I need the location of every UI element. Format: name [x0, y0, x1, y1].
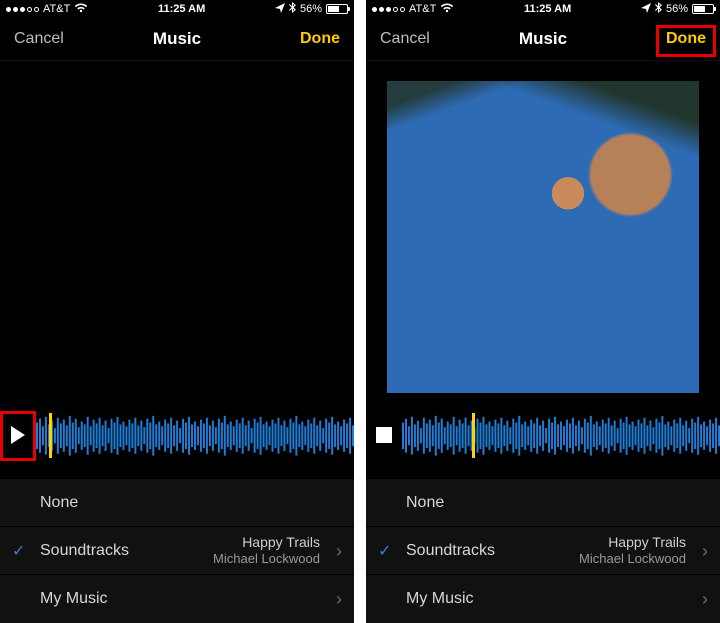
- stop-button[interactable]: [366, 413, 402, 458]
- nav-bar: Cancel Music Done: [366, 19, 720, 61]
- selected-track-title: Happy Trails: [608, 534, 686, 550]
- done-button[interactable]: Done: [300, 30, 340, 48]
- battery-pct-label: 56%: [300, 3, 322, 15]
- phone-right: AT&T 11:25 AM 56% Cancel Music Done: [366, 0, 720, 623]
- clock-label: 11:25 AM: [158, 3, 205, 15]
- chevron-right-icon: ›: [336, 542, 342, 560]
- status-bar: AT&T 11:25 AM 56%: [0, 0, 354, 19]
- spacer: [0, 458, 354, 479]
- waveform-scrubber[interactable]: [36, 413, 354, 458]
- location-icon: [275, 3, 285, 16]
- location-icon: [641, 3, 651, 16]
- spacer: [366, 458, 720, 479]
- chevron-right-icon: ›: [702, 542, 708, 560]
- option-my-music[interactable]: My Music ›: [0, 575, 354, 623]
- cancel-button[interactable]: Cancel: [380, 30, 430, 48]
- nav-bar: Cancel Music Done: [0, 19, 354, 61]
- selected-track-artist: Michael Lockwood: [213, 551, 320, 566]
- scrub-handle[interactable]: [472, 413, 475, 458]
- preview-frame-image: [387, 81, 699, 393]
- option-none[interactable]: None: [366, 479, 720, 527]
- option-none-label: None: [40, 494, 78, 512]
- clock-label: 11:25 AM: [524, 3, 571, 15]
- checkmark-icon: ✓: [378, 541, 391, 561]
- option-soundtracks[interactable]: ✓ Soundtracks Happy Trails Michael Lockw…: [0, 527, 354, 575]
- selected-track-title: Happy Trails: [242, 534, 320, 550]
- waveform-row: [366, 413, 720, 458]
- play-icon: [11, 426, 25, 444]
- video-preview: [366, 61, 720, 413]
- done-button[interactable]: Done: [666, 30, 706, 48]
- bluetooth-icon: [289, 2, 296, 16]
- wifi-icon: [74, 3, 88, 16]
- battery-icon: [326, 4, 348, 14]
- bluetooth-icon: [655, 2, 662, 16]
- option-soundtracks-label: Soundtracks: [406, 542, 495, 560]
- signal-dots-icon: [372, 7, 405, 12]
- selected-track-info: Happy Trails Michael Lockwood: [213, 534, 340, 566]
- option-none[interactable]: None: [0, 479, 354, 527]
- cancel-button[interactable]: Cancel: [14, 30, 64, 48]
- phone-left: AT&T 11:25 AM 56% Cancel Music Done: [0, 0, 354, 623]
- option-soundtracks-label: Soundtracks: [40, 542, 129, 560]
- option-my-music-label: My Music: [406, 590, 474, 608]
- battery-pct-label: 56%: [666, 3, 688, 15]
- carrier-label: AT&T: [43, 3, 70, 15]
- wifi-icon: [440, 3, 454, 16]
- selected-track-artist: Michael Lockwood: [579, 551, 686, 566]
- carrier-label: AT&T: [409, 3, 436, 15]
- chevron-right-icon: ›: [336, 590, 342, 608]
- option-none-label: None: [406, 494, 444, 512]
- checkmark-icon: ✓: [12, 541, 25, 561]
- chevron-right-icon: ›: [702, 590, 708, 608]
- option-soundtracks[interactable]: ✓ Soundtracks Happy Trails Michael Lockw…: [366, 527, 720, 575]
- scrub-handle[interactable]: [49, 413, 52, 458]
- stop-icon: [376, 427, 392, 443]
- music-source-list: None ✓ Soundtracks Happy Trails Michael …: [366, 479, 720, 623]
- waveform-scrubber[interactable]: [402, 413, 720, 458]
- selected-track-info: Happy Trails Michael Lockwood: [579, 534, 706, 566]
- video-preview: [0, 61, 354, 413]
- waveform-row: [0, 413, 354, 458]
- play-button[interactable]: [0, 413, 36, 458]
- battery-icon: [692, 4, 714, 14]
- status-bar: AT&T 11:25 AM 56%: [366, 0, 720, 19]
- music-source-list: None ✓ Soundtracks Happy Trails Michael …: [0, 479, 354, 623]
- signal-dots-icon: [6, 7, 39, 12]
- option-my-music[interactable]: My Music ›: [366, 575, 720, 623]
- option-my-music-label: My Music: [40, 590, 108, 608]
